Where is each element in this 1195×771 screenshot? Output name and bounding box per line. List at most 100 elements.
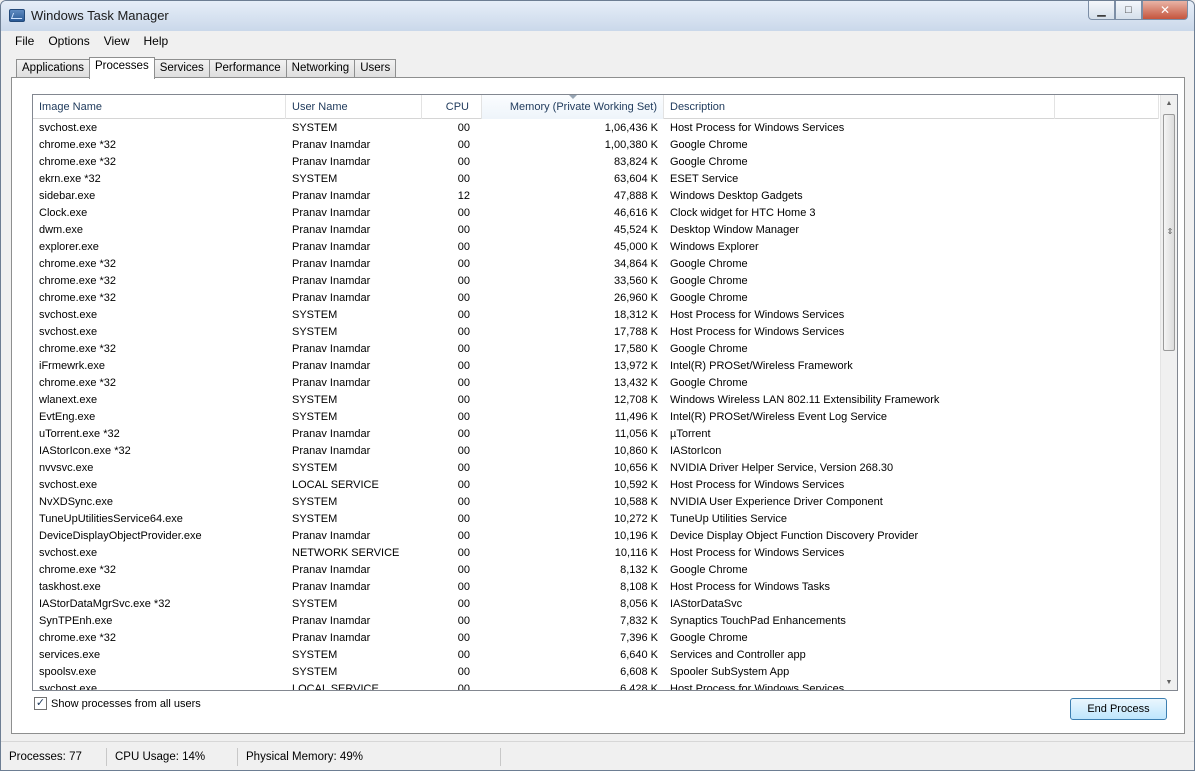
sort-descending-icon <box>568 95 577 99</box>
process-row[interactable]: IAStorDataMgrSvc.exe *32 SYSTEM 00 8,056 K I… <box>33 596 1159 613</box>
cell-description: Google Chrome <box>670 275 748 287</box>
scroll-down-icon[interactable]: ▼ <box>1161 674 1177 690</box>
process-row[interactable]: svchost.exe NETWORK SERVICE 00 10,116 K Host… <box>33 545 1159 562</box>
tab-processes[interactable]: Processes <box>89 57 155 79</box>
cell-memory: 10,588 K <box>613 496 658 508</box>
process-row[interactable]: dwm.exe Pranav Inamdar 00 45,524 K Desktop W… <box>33 222 1159 239</box>
menu-bar: File Options View Help <box>1 31 1194 51</box>
process-row[interactable]: DeviceDisplayObjectProvider.exe Pranav In… <box>33 528 1159 545</box>
column-header-cpu[interactable]: CPU <box>422 95 482 119</box>
column-header-user-name[interactable]: User Name <box>286 95 422 119</box>
cell-image-name: IAStorIcon.exe *32 <box>39 445 131 457</box>
process-row[interactable]: svchost.exe SYSTEM 00 1,06,436 K Host Proces… <box>33 120 1159 137</box>
process-row[interactable]: chrome.exe *32 Pranav Inamdar 00 17,580 K Go… <box>33 341 1159 358</box>
process-row[interactable]: SynTPEnh.exe Pranav Inamdar 00 7,832 K Synap… <box>33 613 1159 630</box>
cell-description: Clock widget for HTC Home 3 <box>670 207 816 219</box>
cell-image-name: iFrmewrk.exe <box>39 360 106 372</box>
process-row[interactable]: nvvsvc.exe SYSTEM 00 10,656 K NVIDIA Driver … <box>33 460 1159 477</box>
process-row[interactable]: chrome.exe *32 Pranav Inamdar 00 7,396 K Goo… <box>33 630 1159 647</box>
vertical-scrollbar[interactable]: ▲ ⇕ ▼ <box>1160 95 1177 690</box>
cell-user-name: Pranav Inamdar <box>292 241 371 253</box>
cell-user-name: Pranav Inamdar <box>292 258 371 270</box>
cell-memory: 6,608 K <box>620 666 658 678</box>
process-row[interactable]: chrome.exe *32 Pranav Inamdar 00 26,960 K Go… <box>33 290 1159 307</box>
process-row[interactable]: ekrn.exe *32 SYSTEM 00 63,604 K ESET Service <box>33 171 1159 188</box>
column-header-description[interactable]: Description <box>664 95 1055 119</box>
process-row[interactable]: iFrmewrk.exe Pranav Inamdar 00 13,972 K Inte… <box>33 358 1159 375</box>
process-row[interactable]: chrome.exe *32 Pranav Inamdar 00 13,432 K Go… <box>33 375 1159 392</box>
process-row[interactable]: chrome.exe *32 Pranav Inamdar 00 33,560 K Go… <box>33 273 1159 290</box>
show-all-users-option[interactable]: ✓ Show processes from all users <box>34 697 201 710</box>
cell-memory: 13,972 K <box>613 360 658 372</box>
cell-description: Windows Desktop Gadgets <box>670 190 803 202</box>
show-all-users-label: Show processes from all users <box>51 697 201 710</box>
process-row[interactable]: sidebar.exe Pranav Inamdar 12 47,888 K Windo… <box>33 188 1159 205</box>
cell-cpu: 00 <box>457 326 470 338</box>
menu-help[interactable]: Help <box>137 31 176 51</box>
tab-applications[interactable]: Applications <box>16 59 91 79</box>
process-row[interactable]: svchost.exe SYSTEM 00 18,312 K Host Process … <box>33 307 1159 324</box>
tab-performance[interactable]: Performance <box>208 59 287 79</box>
process-row[interactable]: NvXDSync.exe SYSTEM 00 10,588 K NVIDIA User … <box>33 494 1159 511</box>
scroll-thumb[interactable]: ⇕ <box>1163 114 1175 351</box>
minimize-button[interactable]: ▁ <box>1088 1 1115 20</box>
process-row[interactable]: taskhost.exe Pranav Inamdar 00 8,108 K Host … <box>33 579 1159 596</box>
cell-image-name: nvvsvc.exe <box>39 462 94 474</box>
cell-memory: 10,196 K <box>613 530 658 542</box>
process-row[interactable]: chrome.exe *32 Pranav Inamdar 00 1,00,380 K… <box>33 137 1159 154</box>
show-all-users-checkbox[interactable]: ✓ <box>34 697 47 710</box>
cell-description: Google Chrome <box>670 377 748 389</box>
process-row[interactable]: TuneUpUtilitiesService64.exe SYSTEM 00 10,2… <box>33 511 1159 528</box>
process-row[interactable]: svchost.exe LOCAL SERVICE 00 10,592 K Host P… <box>33 477 1159 494</box>
cell-image-name: svchost.exe <box>39 326 98 338</box>
close-button[interactable]: ✕ <box>1142 1 1188 20</box>
maximize-button[interactable]: □ <box>1115 1 1142 20</box>
tab-networking[interactable]: Networking <box>285 59 356 79</box>
cell-cpu: 00 <box>457 343 470 355</box>
end-process-button[interactable]: End Process <box>1070 698 1167 720</box>
process-row[interactable]: chrome.exe *32 Pranav Inamdar 00 34,864 K Go… <box>33 256 1159 273</box>
cell-description: Google Chrome <box>670 292 748 304</box>
cell-cpu: 00 <box>457 615 470 627</box>
cell-description: Google Chrome <box>670 156 748 168</box>
cell-image-name: chrome.exe *32 <box>39 343 117 355</box>
menu-file[interactable]: File <box>8 31 41 51</box>
process-row[interactable]: EvtEng.exe SYSTEM 00 11,496 K Intel(R) PROSe… <box>33 409 1159 426</box>
cell-cpu: 00 <box>457 173 470 185</box>
cell-image-name: sidebar.exe <box>39 190 96 202</box>
process-row[interactable]: chrome.exe *32 Pranav Inamdar 00 8,132 K Goo… <box>33 562 1159 579</box>
process-row[interactable]: uTorrent.exe *32 Pranav Inamdar 00 11,056 K… <box>33 426 1159 443</box>
scroll-up-icon[interactable]: ▲ <box>1161 95 1177 111</box>
menu-view[interactable]: View <box>97 31 137 51</box>
cell-cpu: 00 <box>457 122 470 134</box>
process-row[interactable]: svchost.exe SYSTEM 00 17,788 K Host Process … <box>33 324 1159 341</box>
process-row[interactable]: chrome.exe *32 Pranav Inamdar 00 83,824 K Go… <box>33 154 1159 171</box>
cell-cpu: 00 <box>457 411 470 423</box>
tab-services[interactable]: Services <box>153 59 210 79</box>
column-header-image-name[interactable]: Image Name <box>33 95 286 119</box>
process-row[interactable]: explorer.exe Pranav Inamdar 00 45,000 K Wind… <box>33 239 1159 256</box>
tab-users[interactable]: Users <box>354 59 397 79</box>
cell-user-name: Pranav Inamdar <box>292 445 371 457</box>
tab-strip: Applications Processes Services Performa… <box>16 57 397 79</box>
cell-cpu: 12 <box>457 190 470 202</box>
cell-cpu: 00 <box>457 394 470 406</box>
cell-user-name: Pranav Inamdar <box>292 139 371 151</box>
process-row[interactable]: services.exe SYSTEM 00 6,640 K Services and … <box>33 647 1159 664</box>
cell-user-name: SYSTEM <box>292 462 338 474</box>
task-manager-window: Windows Task Manager ▁ □ ✕ File Options … <box>0 0 1195 771</box>
cell-memory: 45,000 K <box>613 241 658 253</box>
cell-cpu: 00 <box>457 598 470 610</box>
process-row[interactable]: Clock.exe Pranav Inamdar 00 46,616 K Clock w… <box>33 205 1159 222</box>
column-header-memory[interactable]: Memory (Private Working Set) <box>482 95 664 119</box>
cell-user-name: Pranav Inamdar <box>292 360 371 372</box>
process-row[interactable]: spoolsv.exe SYSTEM 00 6,608 K Spooler SubSys… <box>33 664 1159 681</box>
title-bar[interactable]: Windows Task Manager ▁ □ ✕ <box>1 1 1194 31</box>
process-row[interactable]: svchost.exe LOCAL SERVICE 00 6,428 K Host Pr… <box>33 681 1159 690</box>
menu-options[interactable]: Options <box>41 31 96 51</box>
cell-user-name: SYSTEM <box>292 649 338 661</box>
process-list[interactable]: Image Name User Name CPU Memory (Private… <box>32 94 1178 691</box>
process-row[interactable]: IAStorIcon.exe *32 Pranav Inamdar 00 10,860… <box>33 443 1159 460</box>
process-row[interactable]: wlanext.exe SYSTEM 00 12,708 K Windows Wirel… <box>33 392 1159 409</box>
cell-description: IAStorIcon <box>670 445 722 457</box>
